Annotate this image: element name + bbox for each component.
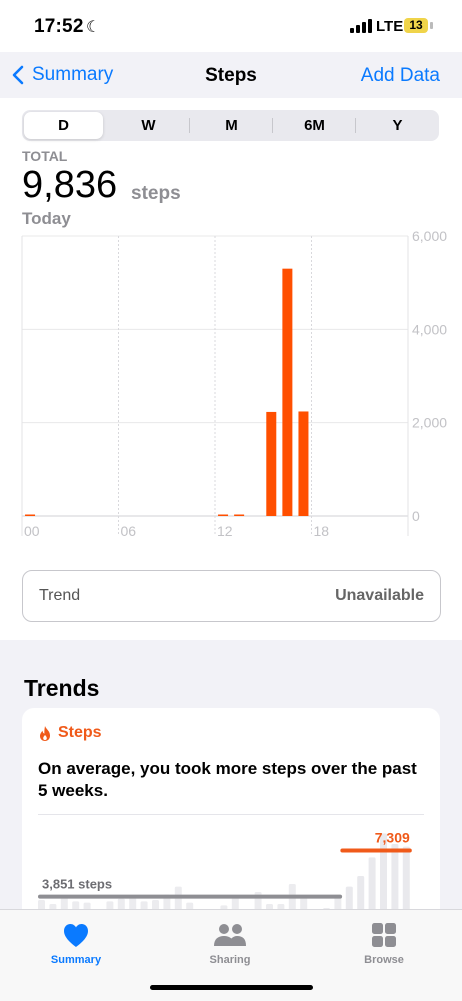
- status-bar: 17:52 ☾ LTE 13: [0, 0, 462, 52]
- past-average-label: 3,851 steps: [42, 877, 112, 892]
- total-period: Today: [22, 209, 71, 228]
- moon-icon: ☾: [86, 19, 101, 36]
- flame-icon: [40, 725, 50, 741]
- segment-6m[interactable]: 6M: [273, 110, 356, 141]
- trend-value: Unavailable: [335, 587, 424, 604]
- hour-bar[interactable]: [25, 514, 36, 517]
- hour-bar[interactable]: [298, 411, 309, 516]
- hour-bar[interactable]: [218, 514, 229, 517]
- segment-w[interactable]: W: [107, 110, 190, 141]
- tab-sharing-label: Sharing: [209, 954, 251, 966]
- x-tick-label: 00: [24, 523, 40, 539]
- tab-browse[interactable]: Browse: [334, 920, 434, 966]
- grid-icon: [372, 923, 396, 947]
- card-title: Steps: [58, 724, 102, 741]
- total-unit: steps: [131, 183, 181, 204]
- people-icon: [214, 924, 246, 946]
- y-tick-label: 4,000: [412, 321, 447, 337]
- battery-cap: [430, 22, 433, 29]
- trend-label: Trend: [39, 587, 81, 604]
- y-tick-label: 2,000: [412, 415, 447, 431]
- hourly-steps-chart[interactable]: 6,0004,0002,000000 06 12 18: [0, 228, 462, 548]
- y-tick-label: 0: [412, 508, 420, 524]
- total-value: 9,836: [22, 164, 118, 206]
- hour-bar[interactable]: [234, 514, 245, 517]
- trend-row[interactable]: Trend Unavailable: [22, 570, 441, 622]
- segment-divider: [355, 118, 356, 133]
- card-header: Steps: [38, 724, 102, 742]
- trends-heading: Trends: [24, 675, 100, 701]
- total-label: TOTAL: [22, 148, 68, 164]
- x-tick-label: 18: [314, 523, 330, 539]
- period-segmented-control: D W M 6M Y: [22, 110, 439, 141]
- trend-message: On average, you took more steps over the…: [38, 759, 417, 800]
- network-label: LTE: [376, 18, 404, 35]
- battery-icon: 13: [404, 18, 428, 33]
- segment-divider: [189, 118, 190, 133]
- segment-divider: [272, 118, 273, 133]
- segment-y[interactable]: Y: [356, 110, 439, 141]
- x-tick-label: 06: [121, 523, 137, 539]
- segment-m[interactable]: M: [190, 110, 273, 141]
- add-data-button[interactable]: Add Data: [361, 65, 440, 87]
- tab-sharing[interactable]: Sharing: [180, 920, 280, 966]
- recent-average-label: 7,309: [375, 830, 410, 846]
- segment-d[interactable]: D: [24, 112, 103, 139]
- y-tick-label: 6,000: [412, 228, 447, 244]
- home-indicator: [150, 985, 313, 990]
- navigation-bar: Summary Steps Add Data: [0, 52, 462, 98]
- heart-icon: [64, 924, 88, 947]
- tab-browse-label: Browse: [364, 954, 404, 966]
- hour-bar[interactable]: [266, 411, 277, 516]
- status-time: 17:52: [34, 16, 84, 37]
- signal-icon: [350, 19, 372, 33]
- hour-bar[interactable]: [282, 268, 293, 516]
- tab-summary[interactable]: Summary: [26, 920, 126, 966]
- tab-summary-label: Summary: [50, 954, 102, 966]
- x-tick-label: 12: [217, 523, 233, 539]
